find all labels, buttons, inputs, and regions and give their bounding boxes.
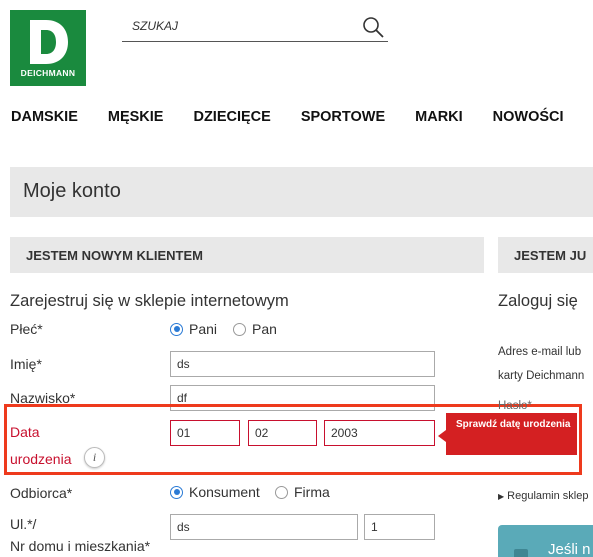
house-number-field[interactable] [364,514,435,540]
login-panel-header: JESTEM JU [498,237,593,273]
account-header: Moje konto [10,167,593,217]
regulations-link-label: Regulamin sklep [507,490,589,502]
gender-radio-pani[interactable]: Pani [170,321,217,337]
birthdate-year-field[interactable] [324,420,435,446]
nav-item-sportowe[interactable]: SPORTOWE [301,109,385,129]
nav-item-nowosci[interactable]: NOWOŚCI [493,109,564,129]
main-nav: DAMSKIE MĘSKIE DZIECIĘCE SPORTOWE MARKI … [11,109,564,129]
nav-item-damskie[interactable]: DAMSKIE [11,109,78,129]
page-title: Moje konto [23,180,121,202]
lock-icon [514,549,528,557]
street-label-line1: Ul.*/ [10,516,37,532]
info-icon[interactable]: i [84,447,105,468]
street-field[interactable] [170,514,358,540]
gender-option-pan-label: Pan [252,321,277,337]
radio-selected-icon [170,485,183,499]
recipient-option-firma-label: Firma [294,484,330,500]
search-bar [122,14,388,42]
birthdate-error-tooltip: Sprawdź datę urodzenia [438,413,577,455]
triangle-right-icon: ▶ [498,491,505,501]
last-name-label: Nazwisko* [10,390,76,406]
nav-item-meskie[interactable]: MĘSKIE [108,109,164,129]
radio-selected-icon [170,322,183,336]
regulations-link[interactable]: ▶ Regulamin sklep [498,490,588,502]
gender-radio-pan[interactable]: Pan [233,321,277,337]
login-panel-title: JESTEM JU [514,248,587,263]
birthdate-label-line2: urodzenia [10,451,72,467]
login-title: Zaloguj się [498,292,578,310]
nav-item-marki[interactable]: MARKI [415,109,463,129]
recipient-label: Odbiorca* [10,485,73,501]
last-name-field[interactable] [170,385,435,411]
birthdate-month-field[interactable] [248,420,317,446]
recipient-radio-firma[interactable]: Firma [275,484,330,500]
search-input[interactable] [132,19,352,33]
login-email-label-line2: karty Deichmann [498,370,585,382]
login-button[interactable]: Jeśli n [498,525,593,557]
deichmann-logo[interactable]: DEICHMANN [10,10,86,86]
first-name-field[interactable] [170,351,435,377]
login-button-label: Jeśli n [548,541,591,557]
street-label-line2: Nr domu i mieszkania* [10,538,151,554]
recipient-radio-konsument[interactable]: Konsument [170,484,260,500]
birthdate-day-field[interactable] [170,420,240,446]
register-panel-title: JESTEM NOWYM KLIENTEM [26,248,203,263]
birthdate-label-line1: Data [10,424,40,440]
search-icon[interactable] [362,16,384,38]
gender-option-pani-label: Pani [189,321,218,337]
radio-unselected-icon [233,322,246,336]
radio-unselected-icon [275,485,288,499]
login-password-label: Hasło* [498,400,532,412]
first-name-label: Imię* [10,356,42,372]
gender-label: Płeć* [10,321,43,337]
login-email-label-line1: Adres e-mail lub [498,346,582,358]
register-title: Zarejestruj się w sklepie internetowym [10,292,289,310]
recipient-option-konsument-label: Konsument [189,484,260,500]
logo-text: DEICHMANN [20,68,76,78]
register-panel-header: JESTEM NOWYM KLIENTEM [10,237,484,273]
nav-item-dzieciece[interactable]: DZIECIĘCE [193,109,270,129]
logo-d-icon [30,20,68,64]
